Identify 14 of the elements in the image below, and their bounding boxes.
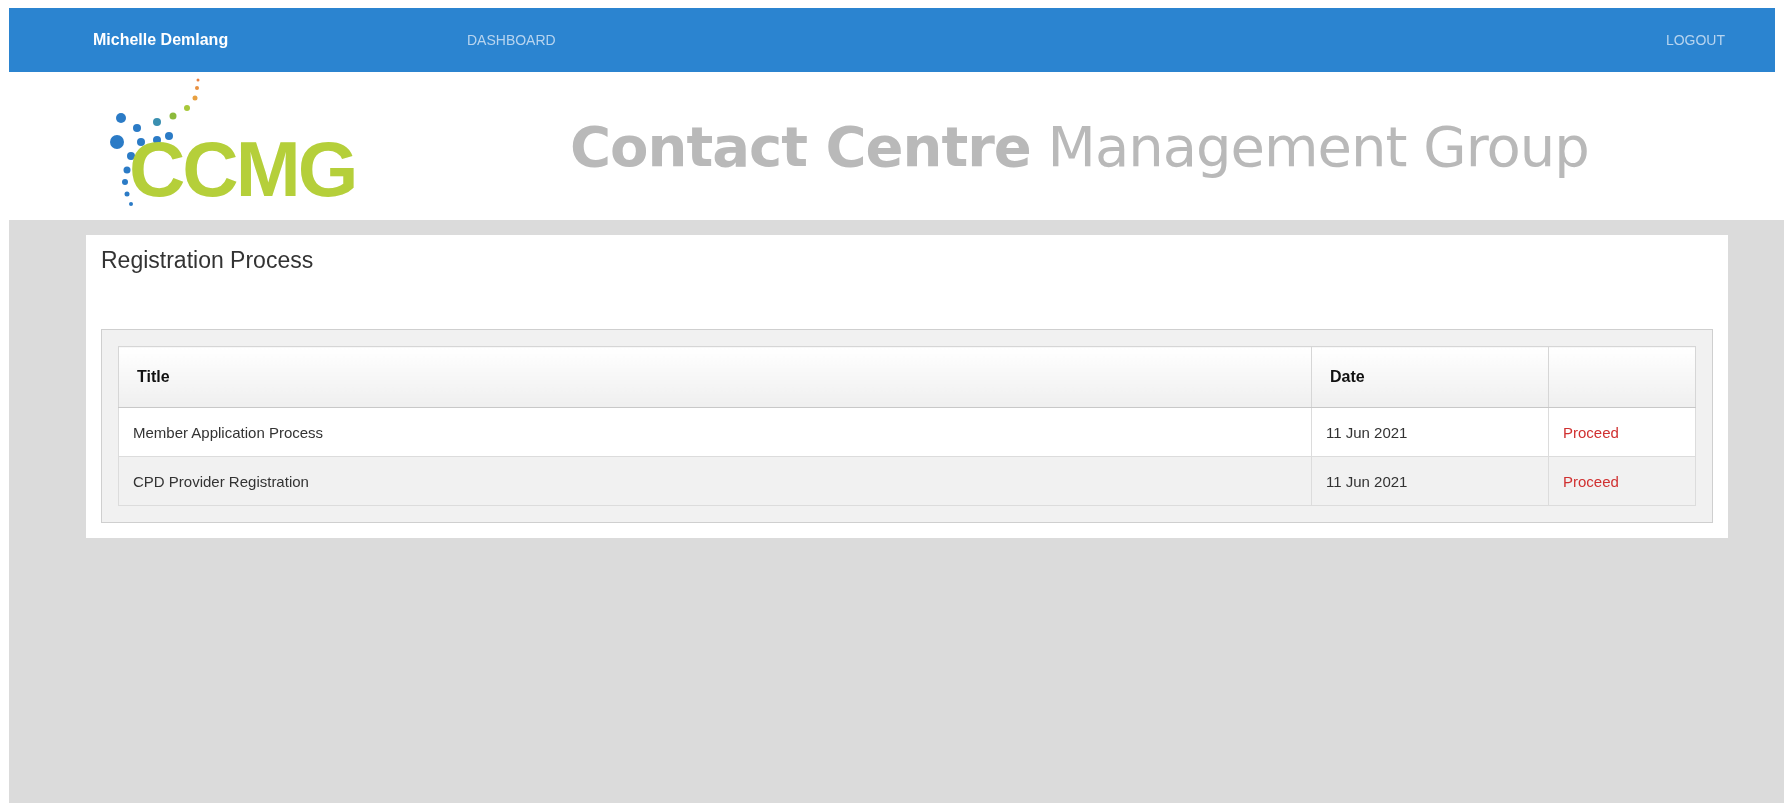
site-title: Contact Centre Management Group	[570, 113, 1589, 179]
user-name: Michelle Demlang	[93, 31, 230, 49]
nav-link[interactable]: DASHBOARD	[467, 32, 556, 48]
column-header: Title	[118, 346, 1312, 408]
proceed-link[interactable]: Proceed	[1563, 423, 1619, 441]
column-header: Date	[1311, 346, 1549, 408]
card-title: Registration Process	[101, 247, 315, 274]
table-cell: CPD Provider Registration	[118, 456, 1312, 506]
table-cell: 11 Jun 2021	[1311, 456, 1549, 506]
table-cell: Member Application Process	[118, 407, 1312, 457]
proceed-link[interactable]: Proceed	[1563, 472, 1619, 490]
logout-link[interactable]: LOGOUT	[1665, 32, 1725, 48]
table-cell: 11 Jun 2021	[1311, 407, 1549, 457]
logo-text: CCMG	[129, 130, 356, 208]
